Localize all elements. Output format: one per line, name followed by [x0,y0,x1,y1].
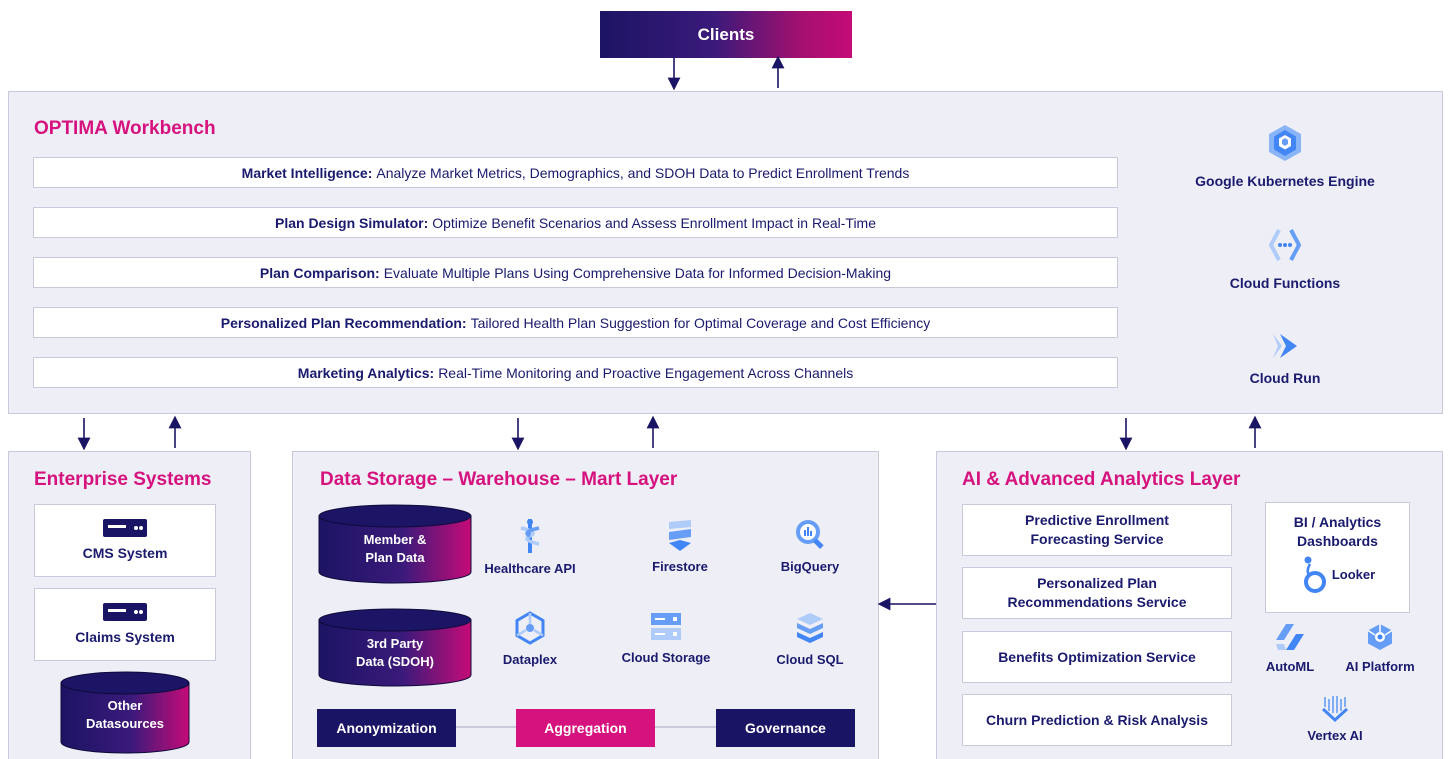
bi-title-line: BI / Analytics [1293,514,1382,530]
other-datasources-label: Other Datasources [61,697,189,733]
bigquery-label: BigQuery [780,559,840,574]
service-line: Predictive Enrollment [1025,512,1169,528]
bigquery-icon [796,520,824,549]
aggregation-pill: Aggregation [516,709,655,747]
cloud-sql-icon [797,613,823,643]
automl-service: AutoML [1255,622,1325,674]
service-line: Recommendations Service [1007,594,1187,610]
personalized-plan-recommendations-service: Personalized Plan Recommendations Servic… [962,567,1232,619]
cloud-sql-label: Cloud SQL [776,652,844,667]
bi-dashboards-box: BI / Analytics Dashboards Looker [1265,502,1410,613]
healthcare-api-service: Healthcare API [470,518,590,576]
third-party-data-line: 3rd Party [366,636,424,651]
healthcare-api-label: Healthcare API [484,561,576,576]
anonymization-pill: Anonymization [317,709,456,747]
firestore-icon [669,520,691,551]
bigquery-service: BigQuery [760,518,860,574]
cloud-storage-service: Cloud Storage [611,611,721,665]
firestore-label: Firestore [652,559,708,574]
automl-icon [1276,624,1304,650]
ai-platform-service: AI Platform [1335,622,1425,674]
third-party-data-line: Data (SDOH) [355,654,434,669]
firestore-service: Firestore [625,518,735,574]
dataplex-icon [515,611,545,645]
looker-icon [1303,556,1326,593]
member-plan-data-label: Member & Plan Data [319,531,471,567]
dataplex-service: Dataplex [470,611,590,667]
vertex-ai-icon [1321,696,1349,723]
dataplex-label: Dataplex [502,652,558,667]
churn-prediction-service: Churn Prediction & Risk Analysis [962,694,1232,746]
benefits-optimization-service: Benefits Optimization Service [962,631,1232,683]
governance-pill: Governance [716,709,855,747]
looker-label: Looker [1331,566,1376,582]
vertex-ai-service: Vertex AI [1295,693,1375,743]
other-datasources-line: Datasources [85,716,165,731]
service-line: Personalized Plan [1037,575,1157,591]
bi-title-line: Dashboards [1297,533,1378,549]
third-party-data-label: 3rd Party Data (SDOH) [319,635,471,671]
healthcare-api-icon [520,519,540,553]
predictive-enrollment-service: Predictive Enrollment Forecasting Servic… [962,504,1232,556]
service-line: Churn Prediction & Risk Analysis [986,711,1208,728]
vertex-ai-label: Vertex AI [1307,728,1363,743]
cloud-sql-service: Cloud SQL [760,611,860,667]
ai-platform-icon [1367,624,1393,650]
automl-label: AutoML [1265,659,1315,674]
member-plan-data-line: Plan Data [365,550,425,565]
other-datasources-line: Other [107,698,143,713]
cloud-storage-label: Cloud Storage [621,650,711,665]
member-plan-data-line: Member & [363,532,427,547]
looker-row: Looker [1300,555,1375,593]
service-line: Benefits Optimization Service [998,648,1196,665]
cloud-storage-icon [651,613,681,640]
service-line: Forecasting Service [1030,531,1164,547]
ai-platform-label: AI Platform [1345,659,1415,674]
